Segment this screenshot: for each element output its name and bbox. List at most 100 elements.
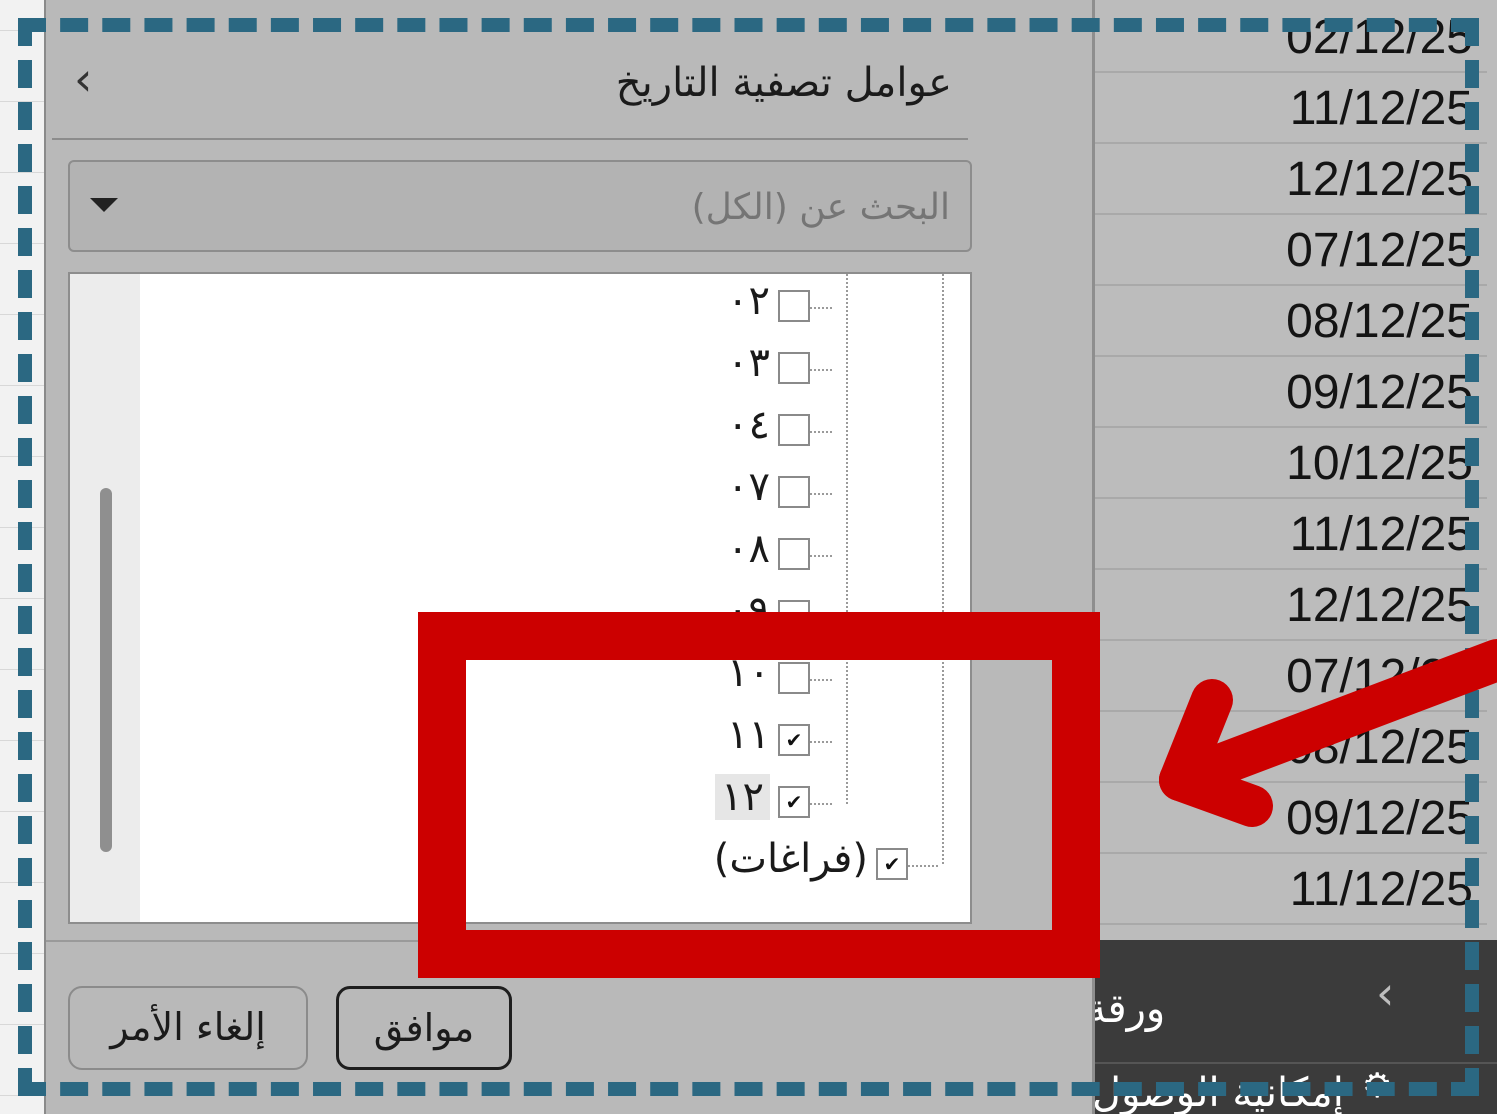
date-cell[interactable]: 08/12/25 [1286,294,1473,349]
ok-button[interactable]: موافق [336,986,512,1070]
tree-branch-line [810,493,832,495]
chevron-left-icon[interactable]: ‹ [74,52,92,106]
tree-branch-line [810,617,832,619]
gridline [0,30,44,31]
gridline [0,811,44,812]
date-cell[interactable]: 02/12/25 [1286,10,1473,65]
gridline [0,385,44,386]
gridline [0,456,44,457]
sheet-row[interactable]: 09/12/25 [1090,781,1487,854]
date-filter-dialog: ‹ عوامل تصفية التاريخ ٠٢٠٣٠٤٠٧٠٨٠٩١٠✔١١✔… [44,0,1095,1114]
accessibility-label: إمكانية الوصول [1092,1070,1344,1114]
accessibility-icon: ⚙ [1362,1066,1392,1106]
gridline [0,669,44,670]
search-box[interactable] [68,160,972,252]
search-input[interactable] [128,180,952,234]
item-label: (فراغات) [713,836,868,882]
sheet-row[interactable]: 12/12/25 [1090,568,1487,641]
title-divider [52,138,968,140]
filter-item[interactable]: ٠٧ [70,464,970,518]
tree-branch-line [810,431,832,433]
sheet-row[interactable]: 09/12/25 [1090,355,1487,428]
sheet-row[interactable]: 10/12/25 [1090,426,1487,499]
gridline [0,101,44,102]
filter-value-list: ٠٢ ٠٣ ٠٤ ٠٧ ٠٨ ٠٩ ١٠ ✔ ١١ ✔ ١٢ ✔ (فراغات) [68,272,972,924]
sheet-row[interactable]: 02/12/25 [1090,0,1487,73]
date-cell[interactable]: 07/12/25 [1286,223,1473,278]
item-label: ٠٣ [727,340,770,386]
sheet-row[interactable]: 11/12/25 [1090,71,1487,144]
date-cell[interactable]: 11/12/25 [1290,507,1473,562]
date-cell[interactable]: 08/12/25 [1286,720,1473,775]
item-checkbox[interactable] [778,290,810,322]
filter-item[interactable]: ٠٣ [70,340,970,394]
filter-item[interactable]: ٠٢ [70,278,970,332]
date-cell[interactable]: 09/12/25 [1286,365,1473,420]
sheet-row[interactable]: 11/12/25 [1090,497,1487,570]
item-checkbox[interactable]: ✔ [778,724,810,756]
tree-branch-line [810,741,832,743]
tree-branch-line [810,555,832,557]
dropdown-arrow-icon[interactable] [90,198,118,212]
sheet-row[interactable]: 07/12/25 [1090,213,1487,286]
date-cell[interactable]: 07/12/25 [1286,649,1473,704]
accessibility-status[interactable]: إمكانية الوصول ⚙ [1092,1062,1392,1114]
date-cell[interactable]: 12/12/25 [1286,152,1473,207]
item-label: ٠٢ [727,278,770,324]
footer-divider [46,940,1092,942]
filter-item[interactable]: ٠٨ [70,526,970,580]
sheet-row[interactable]: 11/12/25 [1090,852,1487,925]
item-checkbox[interactable] [778,538,810,570]
item-label: ٠٤ [727,402,770,448]
gridline [0,1024,44,1025]
spreadsheet-date-column: 02/12/25 11/12/25 12/12/25 07/12/25 08/12/25… [1090,0,1497,940]
sheet-nav-chevron-icon[interactable]: ‹ [1376,966,1394,1020]
date-cell[interactable]: 11/12/25 [1290,81,1473,136]
filter-item[interactable]: ٠٩ [70,588,970,642]
sheet-tab[interactable]: ورقة [1086,986,1165,1032]
item-checkbox[interactable] [778,476,810,508]
sheet-left-strip [0,0,44,1114]
date-cell[interactable]: 10/12/25 [1286,436,1473,491]
gridline [0,740,44,741]
gridline [0,598,44,599]
date-cell[interactable]: 09/12/25 [1286,791,1473,846]
gridline [0,527,44,528]
filter-item[interactable]: ✔ (فراغات) [70,836,970,890]
item-checkbox[interactable] [778,352,810,384]
tree-branch-line [810,369,832,371]
item-label: ٠٧ [727,464,770,510]
sheet-row[interactable]: 07/12/25 [1090,639,1487,712]
tree-branch-line [810,803,832,805]
item-checkbox[interactable]: ✔ [876,848,908,880]
gridline [0,172,44,173]
item-checkbox[interactable] [778,414,810,446]
date-cell[interactable]: 12/12/25 [1286,578,1473,633]
date-cell[interactable]: 11/12/25 [1290,862,1473,917]
sheet-row[interactable]: 08/12/25 [1090,284,1487,357]
cancel-button[interactable]: إلغاء الأمر [68,986,308,1070]
gridline [0,953,44,954]
gridline [0,882,44,883]
filter-item[interactable]: ✔ ١٢ [70,774,970,828]
sheet-row[interactable]: 08/12/25 [1090,710,1487,783]
gridline [0,1095,44,1096]
item-checkbox[interactable] [778,600,810,632]
item-label: ٠٩ [727,588,770,634]
item-label: ٠٨ [727,526,770,572]
tree-branch-line [810,307,832,309]
tree-branch-line [810,679,832,681]
item-label: ١٠ [727,650,770,696]
filter-item[interactable]: ✔ ١١ [70,712,970,766]
filter-item[interactable]: ١٠ [70,650,970,704]
item-label: ١٢ [715,774,770,820]
tree-branch-line [908,865,938,867]
gridline [0,314,44,315]
item-label: ١١ [727,712,770,758]
sheet-tabs-bar: ‹ ورقة إمكانية الوصول ⚙ [1086,940,1497,1114]
filter-item[interactable]: ٠٤ [70,402,970,456]
item-checkbox[interactable] [778,662,810,694]
sheet-row[interactable]: 12/12/25 [1090,142,1487,215]
gridline [0,243,44,244]
item-checkbox[interactable]: ✔ [778,786,810,818]
